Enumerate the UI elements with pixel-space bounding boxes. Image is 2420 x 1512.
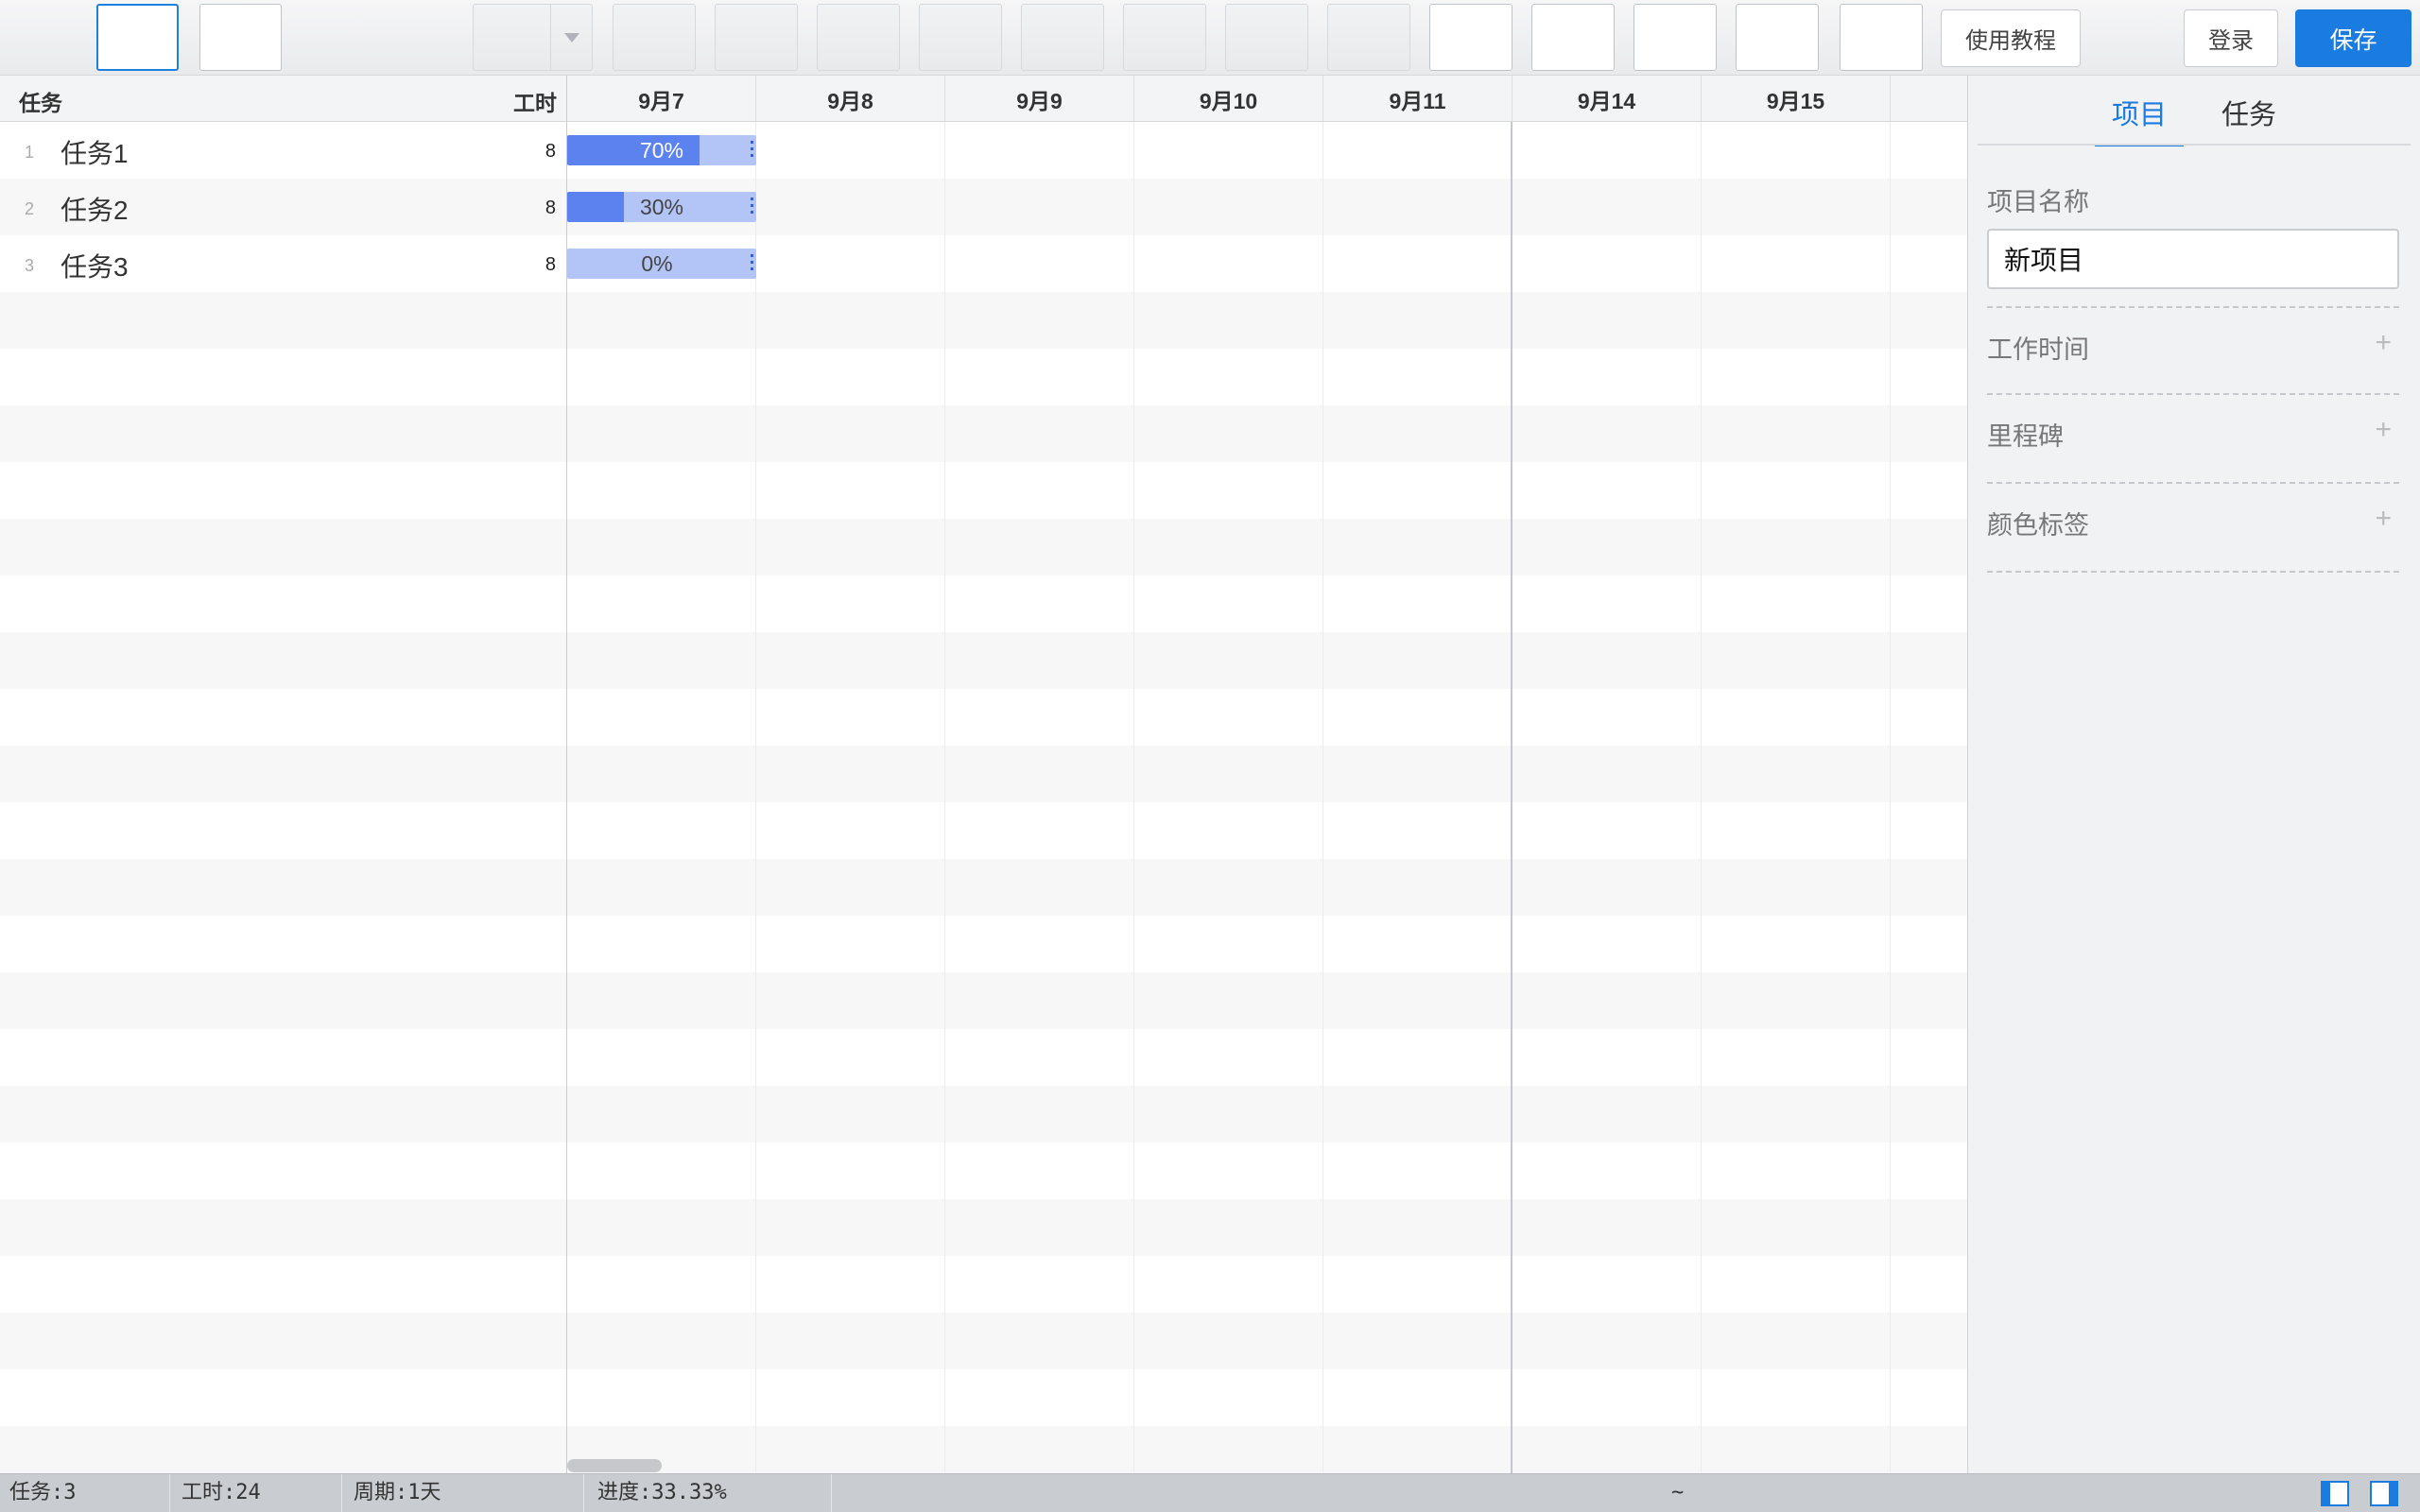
day-gridline [1133,122,1134,1473]
task-row[interactable]: 1 任务1 8 [0,122,566,179]
column-header-hours[interactable]: 工时 [513,85,557,117]
date-header: 9月8 [756,76,945,121]
task-bar[interactable]: 0% [567,249,756,279]
status-progress: 进度:33.33% [588,1474,832,1512]
section-divider [1987,482,2399,484]
task-grid: 1 任务1 8 2 任务2 8 3 任务3 8 [0,122,567,1473]
plus-icon[interactable]: + [2375,327,2392,359]
drag-handle-icon[interactable] [751,141,753,160]
gantt-timeline[interactable]: 70% 30% 0% [567,122,1967,1473]
row-number: 3 [25,256,35,275]
task-bar-progress [567,192,624,222]
drag-handle-icon[interactable] [751,198,753,216]
toolbar-tool-button[interactable] [1736,4,1819,71]
task-bar[interactable]: 30% [567,192,756,222]
column-header-task[interactable]: 任务 [19,85,62,117]
date-header: 9月9 [945,76,1134,121]
date-header: 9月10 [1134,76,1323,121]
toolbar-tool-button[interactable] [817,4,900,71]
row-number: 1 [25,143,35,162]
toolbar-tool-button[interactable] [1840,4,1923,71]
tab-divider [1978,144,2411,146]
day-gridline [1322,122,1323,1473]
drag-handle-icon[interactable] [751,254,753,273]
status-bar: 任务:3 工时:24 周期:1天 进度:33.33% ~ [0,1473,2420,1512]
task-hours[interactable]: 8 [545,141,556,163]
day-gridline [755,122,756,1473]
task-bar-label: 0% [641,250,673,276]
task-bar[interactable]: 70% [567,135,756,165]
project-name-input[interactable] [1987,229,2399,289]
section-divider [1987,571,2399,573]
toolbar-tool-button[interactable] [919,4,1002,71]
task-bar-label: 30% [639,194,684,219]
section-divider [1987,393,2399,395]
plus-icon[interactable]: + [2375,503,2392,535]
day-gridline [944,122,945,1473]
section-label: 颜色标签 [1987,511,2089,540]
day-gridline [1701,122,1702,1473]
section-label: 工作时间 [1987,335,2089,364]
date-header: 9月14 [1512,76,1702,121]
task-row[interactable]: 3 任务3 8 [0,235,566,292]
toolbar-dropdown[interactable] [473,4,593,71]
login-button[interactable]: 登录 [2184,9,2278,67]
toolbar-tool-button[interactable] [1327,4,1410,71]
date-header: 9月11 [1323,76,1512,121]
task-hours[interactable]: 8 [545,198,556,219]
horizontal-scrollbar[interactable] [567,1459,662,1472]
toolbar-tool-button[interactable] [1225,4,1308,71]
toolbar-tool-button[interactable] [199,4,282,71]
task-name[interactable]: 任务2 [60,190,129,228]
layout-right-pane-icon[interactable] [2370,1481,2398,1506]
tab-project[interactable]: 项目 [2094,93,2185,146]
tutorial-button[interactable]: 使用教程 [1941,9,2081,67]
task-hours[interactable]: 8 [545,254,556,276]
toolbar-tool-button[interactable] [715,4,798,71]
toolbar-tool-button[interactable] [1123,4,1206,71]
section-label: 里程碑 [1987,422,2064,451]
section-color-tags[interactable]: 颜色标签 + [1987,491,2399,548]
properties-panel: 项目 任务 项目名称 工作时间 + 里程碑 + 颜色标签 + [1967,76,2420,1473]
section-milestones[interactable]: 里程碑 + [1987,403,2399,459]
task-row[interactable]: 2 任务2 8 [0,179,566,235]
toolbar: 使用教程 登录 保存 [0,0,2420,76]
task-name[interactable]: 任务1 [60,133,129,171]
row-number: 2 [25,199,35,218]
task-grid-header: 任务 工时 [0,76,567,122]
status-total-hours: 工时:24 [172,1474,342,1512]
chevron-down-icon [550,5,592,70]
toolbar-tool-button[interactable] [1531,4,1615,71]
save-button[interactable]: 保存 [2295,9,2411,67]
task-name[interactable]: 任务3 [60,247,129,284]
tab-task[interactable]: 任务 [2221,93,2276,146]
toolbar-tool-button[interactable] [613,4,696,71]
toolbar-tool-button[interactable] [1634,4,1717,71]
date-header: 9 [1891,76,1967,121]
toolbar-tool-button-active[interactable] [96,4,179,71]
project-name-label: 项目名称 [1987,188,2089,216]
status-task-count: 任务:3 [0,1474,170,1512]
week-gridline [1511,122,1512,1473]
day-gridline [1890,122,1891,1473]
status-period: 周期:1天 [344,1474,584,1512]
toolbar-tool-button[interactable] [1429,4,1512,71]
date-header: 9月7 [567,76,756,121]
section-work-time[interactable]: 工作时间 + [1987,316,2399,372]
task-bar-label: 70% [639,137,684,163]
layout-left-pane-icon[interactable] [2321,1481,2349,1506]
date-header: 9月15 [1702,76,1891,121]
timeline-header: 9月7 9月8 9月9 9月10 9月11 9月14 9月15 9 [567,76,1967,122]
plus-icon[interactable]: + [2375,414,2392,446]
status-date-range: ~ [1671,1481,1685,1504]
section-divider [1987,306,2399,308]
toolbar-tool-button[interactable] [1021,4,1104,71]
